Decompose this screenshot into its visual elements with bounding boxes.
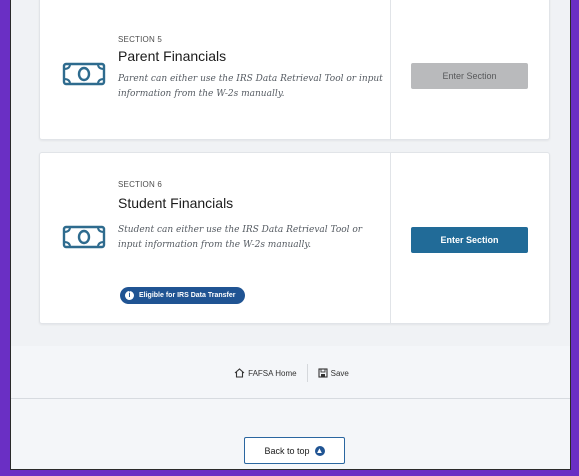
save-link[interactable]: Save bbox=[318, 368, 349, 378]
app-frame: SECTION 5 Parent Financials Parent can e… bbox=[10, 0, 571, 470]
eligibility-badge: i Eligible for IRS Data Transfer bbox=[120, 287, 246, 304]
fafsa-home-link[interactable]: FAFSA Home bbox=[234, 368, 297, 378]
save-icon bbox=[318, 368, 328, 378]
arrow-up-circle-icon: ▲ bbox=[314, 445, 325, 456]
section-title: Student Financials bbox=[118, 195, 234, 211]
enter-section-button-parent[interactable]: Enter Section bbox=[411, 63, 528, 89]
back-to-top-button[interactable]: Back to top ▲ bbox=[244, 437, 345, 464]
footer-separator bbox=[306, 364, 308, 382]
enter-section-button-student[interactable]: Enter Section bbox=[411, 227, 528, 253]
money-bill-icon bbox=[62, 62, 106, 86]
save-label: Save bbox=[330, 368, 349, 378]
footer-links: FAFSA Home Save bbox=[11, 364, 570, 382]
money-bill-icon bbox=[62, 225, 106, 249]
card-divider bbox=[390, 153, 391, 323]
section-number: SECTION 6 bbox=[118, 180, 163, 189]
section-card-student-financials: SECTION 6 Student Financials Student can… bbox=[39, 152, 550, 324]
back-to-top-label: Back to top bbox=[264, 445, 310, 456]
badge-label: Eligible for IRS Data Transfer bbox=[139, 292, 236, 299]
card-divider bbox=[390, 0, 391, 139]
section-card-parent-financials: SECTION 5 Parent Financials Parent can e… bbox=[39, 0, 550, 140]
section-title: Parent Financials bbox=[118, 48, 227, 64]
sections-area: SECTION 5 Parent Financials Parent can e… bbox=[11, 0, 570, 346]
fafsa-home-label: FAFSA Home bbox=[248, 368, 297, 378]
section-number: SECTION 5 bbox=[118, 35, 163, 44]
section-description: Parent can either use the IRS Data Retri… bbox=[118, 74, 383, 99]
info-icon: i bbox=[125, 291, 134, 300]
section-description: Student can either use the IRS Data Retr… bbox=[118, 225, 363, 250]
footer-divider bbox=[11, 398, 570, 399]
home-icon bbox=[234, 368, 245, 378]
